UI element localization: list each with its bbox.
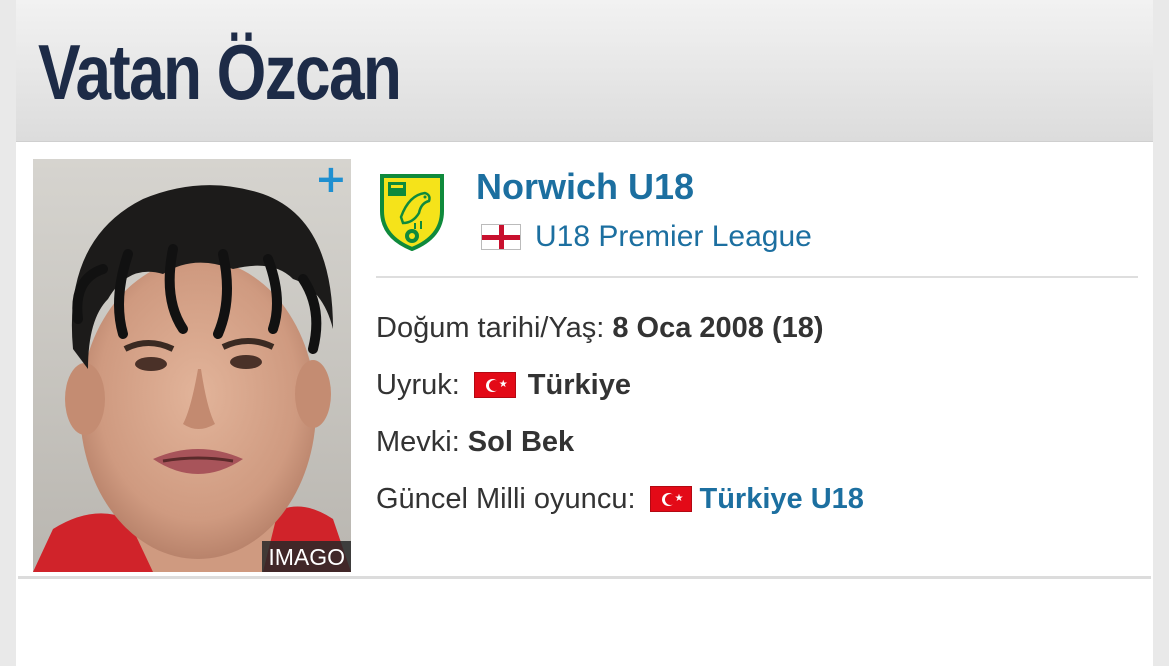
plus-icon[interactable]: + (315, 160, 347, 198)
nationality-row: Uyruk: ★ Türkiye (376, 365, 631, 405)
position-row: Mevki: Sol Bek (376, 422, 574, 462)
player-photo-image (33, 159, 351, 572)
photo-credit: IMAGO (262, 541, 351, 572)
birth-date-row: Doğum tarihi/Yaş: 8 Oca 2008 (18) (376, 308, 824, 348)
national-team-link[interactable]: Türkiye U18 (700, 483, 864, 516)
player-info-card: + IMAGO Norwich U18 U18 Premier League D… (18, 145, 1151, 579)
divider (376, 276, 1138, 278)
league-name-link[interactable]: U18 Premier League (535, 220, 812, 254)
position-label: Mevki: (376, 425, 460, 458)
national-team-label: Güncel Milli oyuncu: (376, 482, 636, 515)
position-value: Sol Bek (467, 425, 575, 458)
norwich-city-crest-icon[interactable] (379, 173, 445, 251)
player-photo[interactable]: + IMAGO (33, 159, 351, 572)
profile-page: Vatan Özcan + IMAGO Norwich U18 U18 Prem… (16, 0, 1153, 666)
birth-date-label: Doğum tarihi/Yaş: (376, 311, 605, 344)
league-row: U18 Premier League (481, 219, 812, 255)
club-name-link[interactable]: Norwich U18 (476, 165, 694, 209)
birth-date-value: 8 Oca 2008 (18) (612, 311, 824, 344)
nationality-label: Uyruk: (376, 368, 460, 401)
turkey-flag-icon: ★ (473, 372, 516, 398)
england-flag-icon (481, 224, 521, 250)
national-team-row: Güncel Milli oyuncu: ★ Türkiye U18 (376, 479, 864, 519)
nationality-value: Türkiye (527, 368, 631, 401)
player-name: Vatan Özcan (38, 28, 402, 116)
profile-header: Vatan Özcan (16, 0, 1153, 142)
turkey-flag-icon: ★ (649, 486, 692, 512)
content-area-below (18, 582, 1151, 666)
